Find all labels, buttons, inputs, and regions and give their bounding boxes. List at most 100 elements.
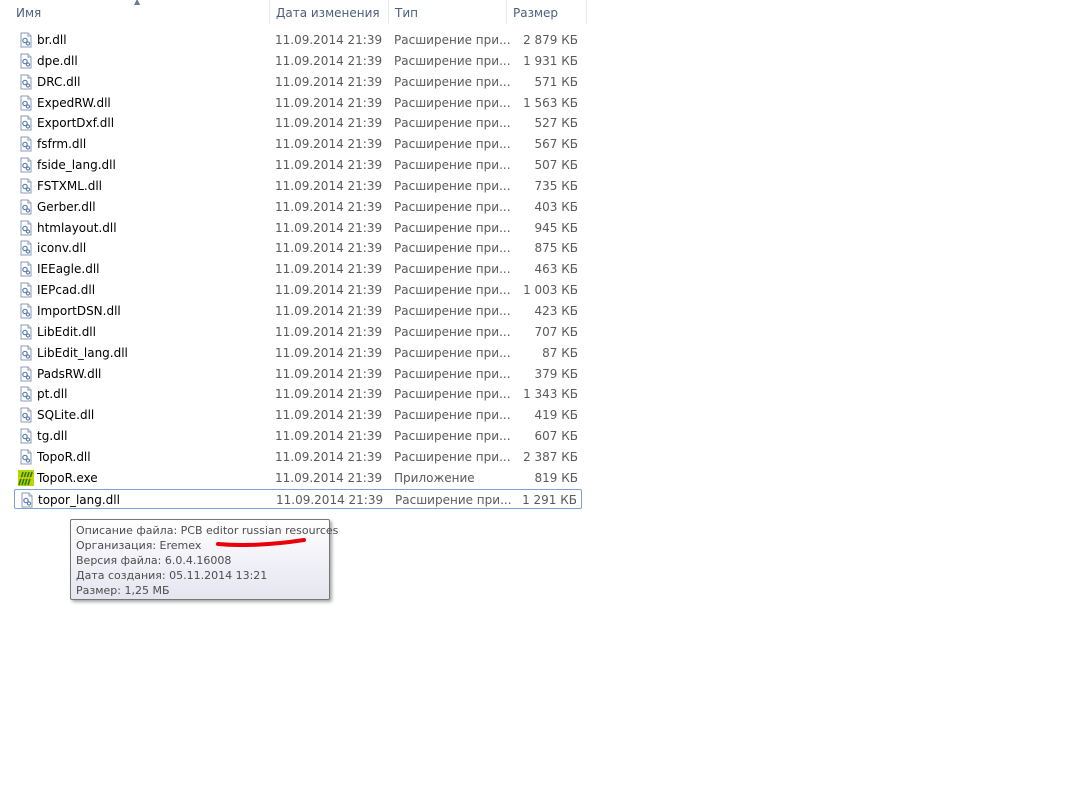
- file-type: Расширение при...: [394, 429, 511, 444]
- file-name: TopoR.exe: [37, 470, 98, 485]
- file-row[interactable]: LibEdit.dll 11.09.2014 21:39 Расширение пр…: [14, 322, 582, 343]
- file-date: 11.09.2014 21:39: [275, 262, 383, 277]
- dll-file-icon: [19, 492, 35, 508]
- file-row[interactable]: TopoR.exe 11.09.2014 21:39 Приложение 819 К…: [14, 468, 582, 489]
- file-info-tooltip: Описание файла: PCB editor russian resou…: [70, 519, 339, 600]
- file-date: 11.09.2014 21:39: [275, 33, 383, 47]
- file-type: Расширение при...: [394, 137, 511, 152]
- file-row[interactable]: IEPcad.dll 11.09.2014 21:39 Расширение при…: [14, 280, 582, 301]
- file-size: 463 КБ: [534, 262, 578, 277]
- file-name: ExportDxf.dll: [37, 116, 115, 131]
- file-row[interactable]: IEEagle.dll 11.09.2014 21:39 Расширение пр…: [14, 259, 582, 280]
- file-name: pt.dll: [37, 387, 68, 402]
- file-name: ImportDSN.dll: [37, 303, 121, 318]
- file-date: 11.09.2014 21:39: [275, 303, 383, 318]
- file-row[interactable]: dpe.dll 11.09.2014 21:39 Расширение при...…: [14, 51, 582, 72]
- file-name: fsfrm.dll: [37, 137, 87, 152]
- file-row[interactable]: topor_lang.dll 11.09.2014 21:39 Расширение…: [14, 488, 582, 510]
- file-row[interactable]: SQLite.dll 11.09.2014 21:39 Расширение при…: [14, 405, 582, 426]
- file-size: 945 КБ: [534, 220, 578, 235]
- tooltip-created: Дата создания: 05.11.2014 13:21: [76, 569, 268, 582]
- file-date: 11.09.2014 21:39: [275, 158, 383, 173]
- file-name: PadsRW.dll: [37, 366, 102, 381]
- file-row[interactable]: Gerber.dll 11.09.2014 21:39 Расширение при…: [14, 197, 582, 218]
- file-size: 1 931 КБ: [523, 53, 578, 68]
- file-row[interactable]: ImportDSN.dll 11.09.2014 21:39 Расширение …: [14, 301, 582, 322]
- dll-file-icon: [18, 386, 34, 402]
- dll-file-icon: [18, 178, 34, 194]
- file-row[interactable]: LibEdit_lang.dll 11.09.2014 21:39 Расширен…: [14, 343, 582, 364]
- file-row[interactable]: ExpedRW.dll 11.09.2014 21:39 Расширение пр…: [14, 93, 582, 114]
- dll-file-icon: [18, 74, 34, 90]
- file-type: Расширение при...: [394, 262, 511, 277]
- dll-file-icon: [18, 261, 34, 277]
- column-header-type[interactable]: Тип: [389, 0, 507, 24]
- dll-file-icon: [18, 449, 34, 465]
- file-size: 87 КБ: [542, 345, 578, 360]
- file-row[interactable]: TopoR.dll 11.09.2014 21:39 Расширение при.…: [14, 447, 582, 468]
- file-row[interactable]: fside_lang.dll 11.09.2014 21:39 Расширение…: [14, 155, 582, 176]
- file-row[interactable]: htmlayout.dll 11.09.2014 21:39 Расширение …: [14, 218, 582, 239]
- file-date: 11.09.2014 21:39: [275, 241, 383, 256]
- file-date: 11.09.2014 21:39: [275, 408, 383, 423]
- file-size: 571 КБ: [534, 74, 578, 89]
- column-header-name[interactable]: Имя: [10, 0, 270, 24]
- file-name: IEPcad.dll: [37, 283, 96, 298]
- file-row[interactable]: PadsRW.dll 11.09.2014 21:39 Расширение при…: [14, 364, 582, 385]
- dll-file-icon: [18, 157, 34, 173]
- file-type: Расширение при...: [394, 95, 511, 110]
- file-row[interactable]: FSTXML.dll 11.09.2014 21:39 Расширение при…: [14, 176, 582, 197]
- file-name: FSTXML.dll: [37, 178, 102, 193]
- file-type: Приложение: [394, 470, 475, 485]
- file-size: 1 563 КБ: [523, 95, 578, 110]
- file-row[interactable]: tg.dll 11.09.2014 21:39 Расширение при... 6…: [14, 426, 582, 447]
- file-name: iconv.dll: [37, 241, 87, 256]
- file-size: 607 КБ: [534, 429, 578, 444]
- file-size: 707 КБ: [534, 324, 578, 339]
- file-date: 11.09.2014 21:39: [275, 199, 383, 214]
- file-name: fside_lang.dll: [37, 158, 116, 173]
- file-name: htmlayout.dll: [37, 220, 117, 235]
- file-type: Расширение при...: [394, 74, 511, 89]
- dll-file-icon: [18, 345, 34, 361]
- file-row[interactable]: DRC.dll 11.09.2014 21:39 Расширение при...…: [14, 72, 582, 93]
- file-size: 403 КБ: [534, 199, 578, 214]
- file-row[interactable]: fsfrm.dll 11.09.2014 21:39 Расширение при.…: [14, 134, 582, 155]
- column-header-size[interactable]: Размер: [507, 0, 587, 24]
- tooltip-description: Описание файла: PCB editor russian resou…: [76, 524, 339, 537]
- file-row[interactable]: iconv.dll 11.09.2014 21:39 Расширение при.…: [14, 238, 582, 259]
- file-type: Расширение при...: [394, 33, 511, 47]
- file-name: ExpedRW.dll: [37, 95, 111, 110]
- file-row[interactable]: pt.dll 11.09.2014 21:39 Расширение при... 1…: [14, 384, 582, 405]
- file-row[interactable]: br.dll 11.09.2014 21:39 Расширение при... 2…: [14, 30, 582, 51]
- file-date: 11.09.2014 21:39: [275, 324, 383, 339]
- file-type: Расширение при...: [394, 178, 511, 193]
- file-type: Расширение при...: [394, 220, 511, 235]
- file-date: 11.09.2014 21:39: [275, 387, 383, 402]
- file-type: Расширение при...: [394, 199, 511, 214]
- file-type: Расширение при...: [394, 283, 511, 298]
- file-date: 11.09.2014 21:39: [275, 470, 383, 485]
- file-row[interactable]: ExportDxf.dll 11.09.2014 21:39 Расширение …: [14, 113, 582, 134]
- file-type: Расширение при...: [394, 241, 511, 256]
- dll-file-icon: [18, 115, 34, 131]
- file-name: LibEdit.dll: [37, 324, 96, 339]
- dll-file-icon: [18, 220, 34, 236]
- file-type: Расширение при...: [394, 53, 511, 68]
- file-date: 11.09.2014 21:39: [275, 178, 383, 193]
- file-name: IEEagle.dll: [37, 262, 100, 277]
- file-type: Расширение при...: [394, 303, 511, 318]
- dll-file-icon: [18, 407, 34, 423]
- file-type: Расширение при...: [394, 345, 511, 360]
- dll-file-icon: [18, 428, 34, 444]
- file-explorer: ▲ Имя Дата изменения Тип Размер br.dll 11…: [0, 0, 1068, 800]
- file-type: Расширение при...: [394, 116, 511, 131]
- file-date: 11.09.2014 21:39: [275, 429, 383, 444]
- file-type: Расширение при...: [394, 158, 511, 173]
- file-size: 2 879 КБ: [523, 33, 578, 47]
- dll-file-icon: [18, 95, 34, 111]
- file-name: topor_lang.dll: [38, 492, 120, 507]
- column-header-date[interactable]: Дата изменения: [270, 0, 389, 24]
- file-size: 1 003 КБ: [523, 283, 578, 298]
- file-size: 2 387 КБ: [523, 449, 578, 464]
